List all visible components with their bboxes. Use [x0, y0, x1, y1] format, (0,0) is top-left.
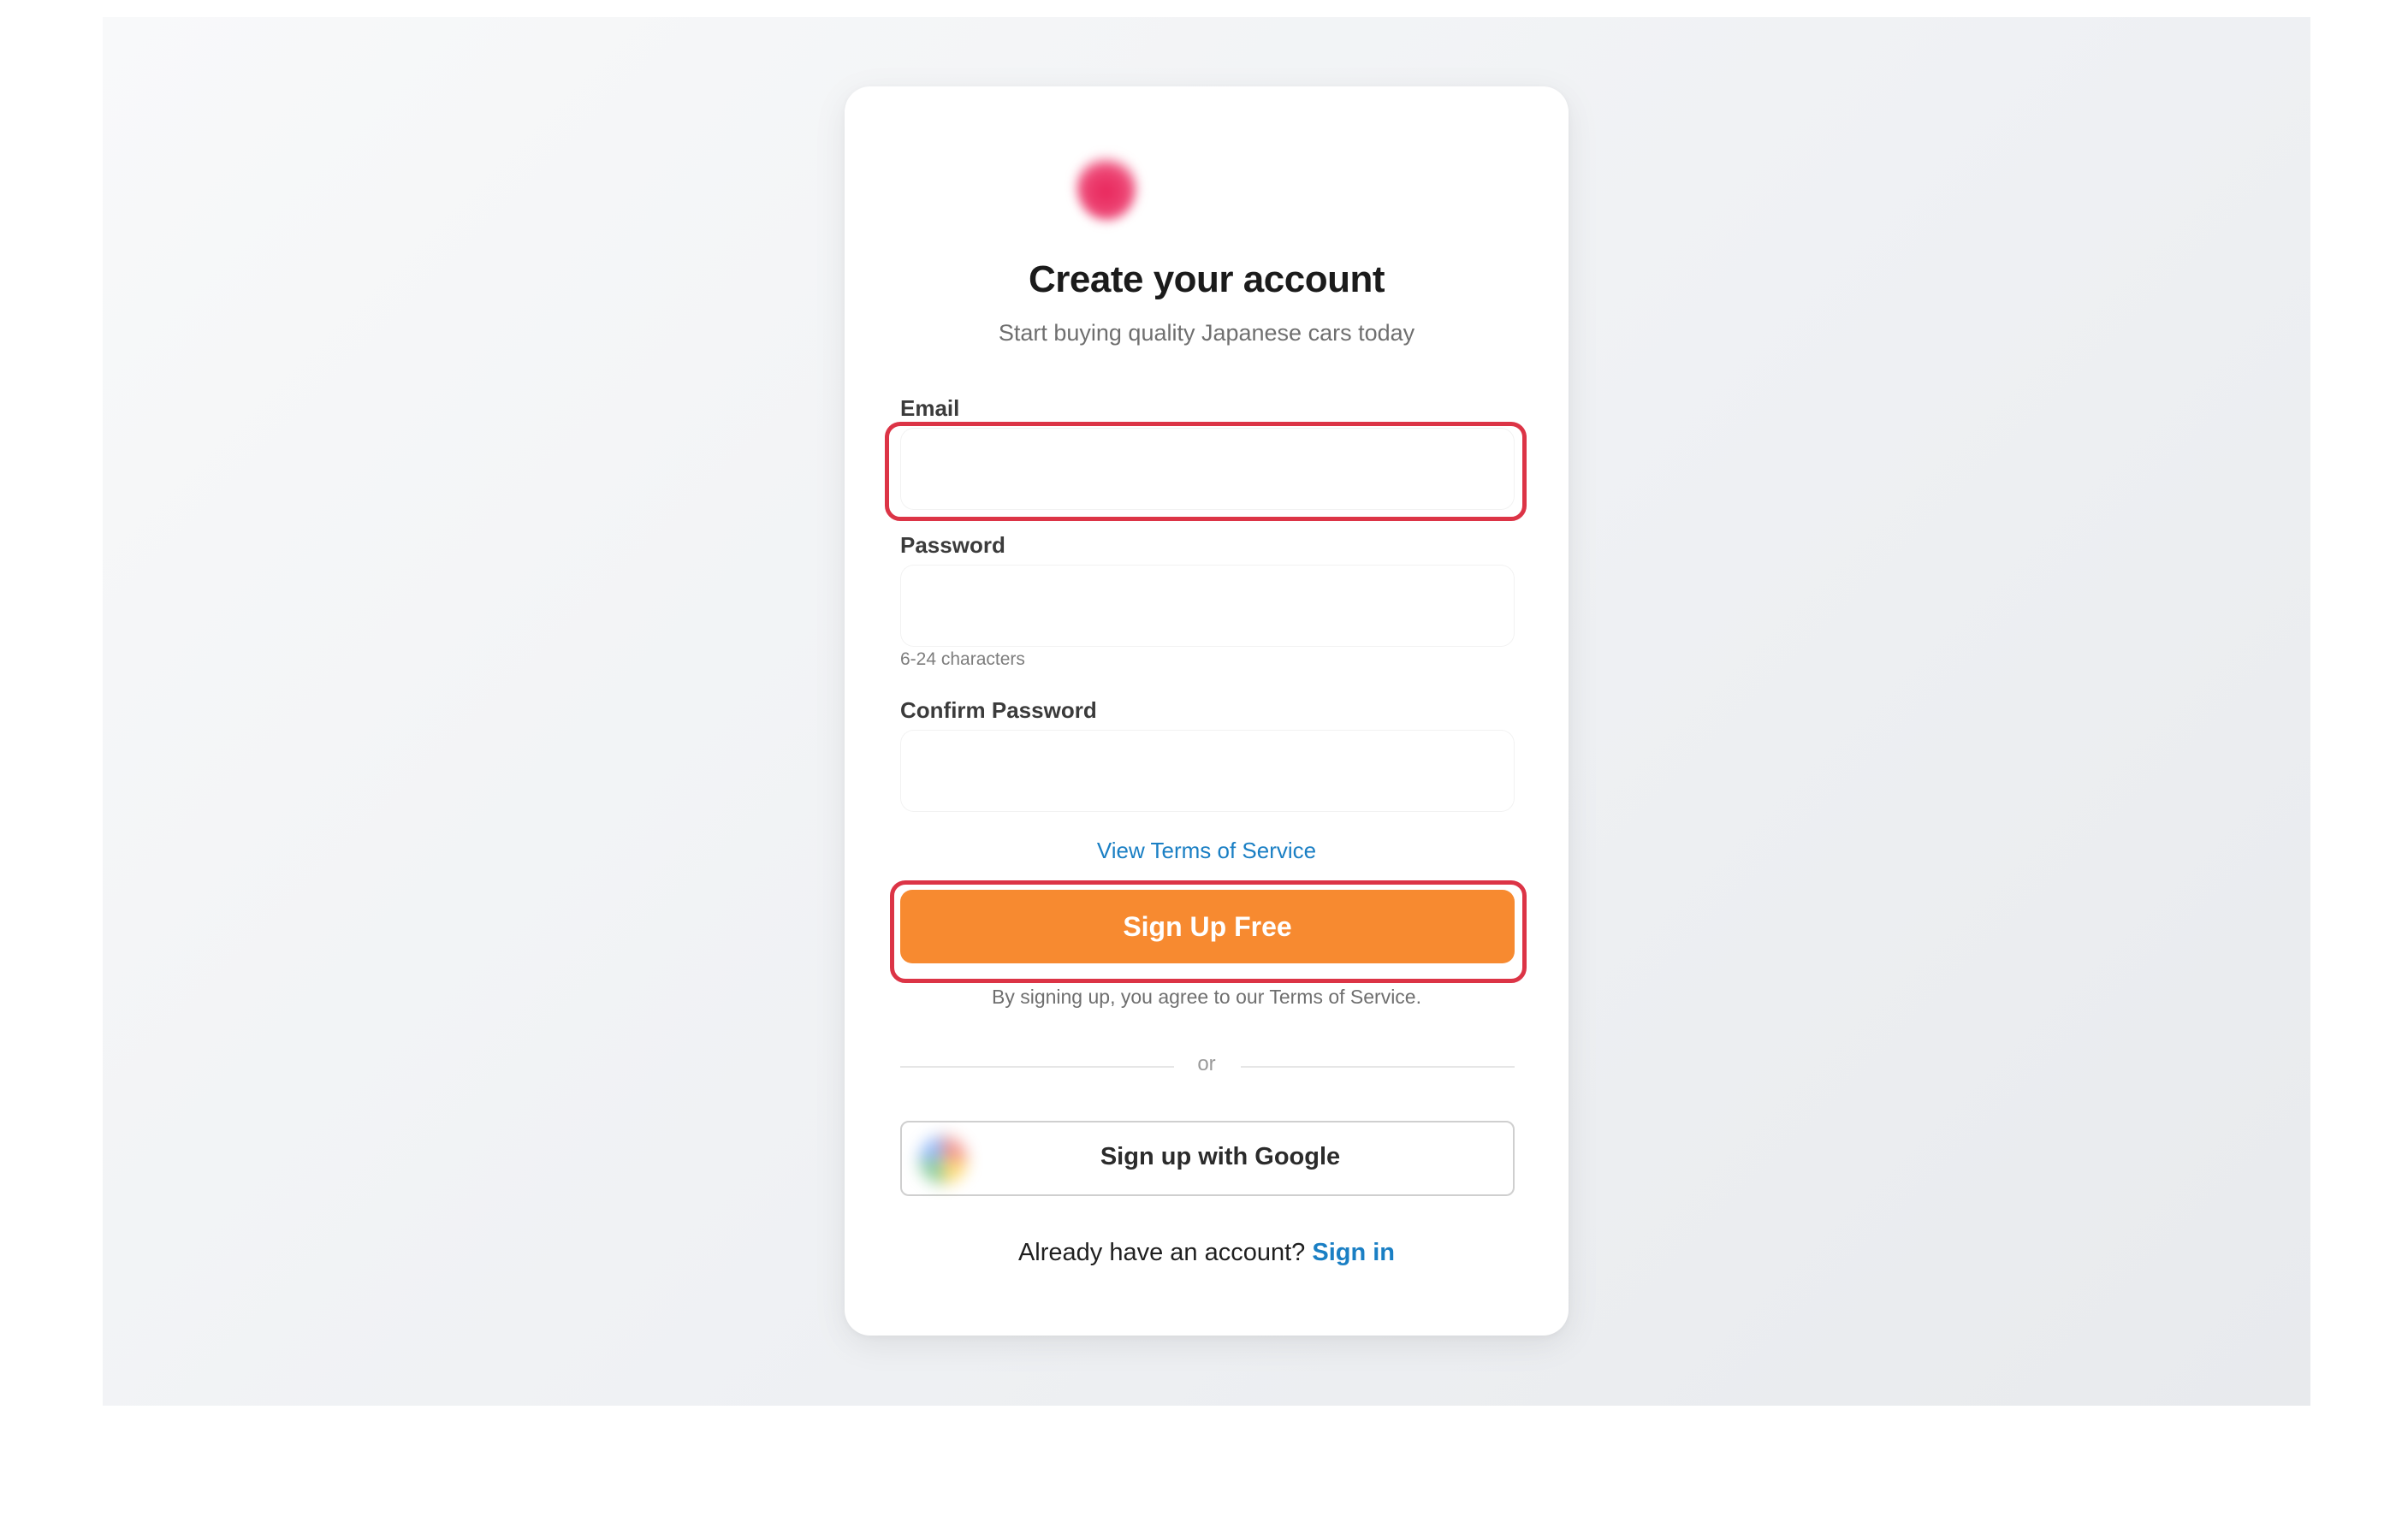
- email-label: Email: [900, 395, 960, 421]
- password-field-wrapper: [900, 565, 1515, 647]
- sign-up-highlight: [890, 880, 1527, 983]
- password-hint: 6-24 characters: [900, 649, 1025, 669]
- agree-text: By signing up, you agree to our Terms of…: [991, 986, 1421, 1008]
- signin-prompt-text: Already have an account?: [1017, 1239, 1306, 1266]
- confirm-password-field[interactable]: [900, 730, 1515, 812]
- email-highlight: [885, 422, 1527, 521]
- google-signup-label: Sign up with Google: [1100, 1143, 1341, 1170]
- brand-logo: [1061, 141, 1151, 231]
- password-label: Password: [900, 532, 1005, 558]
- logo-icon: [1065, 145, 1149, 230]
- page-title: Create your account: [1029, 258, 1385, 300]
- signin-link[interactable]: Sign in: [1312, 1239, 1395, 1266]
- confirm-password-field-wrapper: [900, 730, 1515, 812]
- page-subtitle: Start buying quality Japanese cars today: [998, 320, 1415, 346]
- view-terms-link[interactable]: View Terms of Service: [845, 838, 1569, 864]
- google-signup-button[interactable]: Sign up with Google: [900, 1121, 1515, 1196]
- password-field[interactable]: [900, 565, 1515, 647]
- divider-or: or: [1197, 1052, 1216, 1075]
- signin-prompt: Already have an account? Sign in: [845, 1239, 1569, 1267]
- confirm-password-label: Confirm Password: [900, 697, 1097, 723]
- divider-line-right: [1241, 1066, 1515, 1068]
